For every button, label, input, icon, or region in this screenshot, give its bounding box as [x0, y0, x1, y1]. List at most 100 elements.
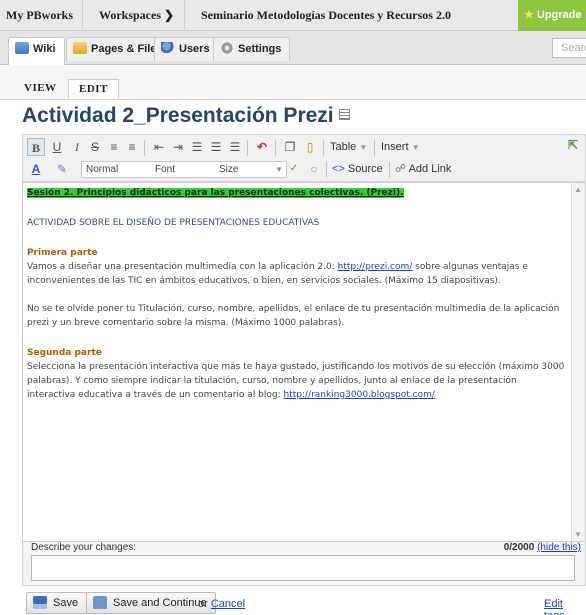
scroll-up-icon[interactable]: ▲ [574, 185, 582, 194]
describe-changes-field[interactable] [31, 555, 575, 581]
tab-view[interactable]: VIEW [24, 79, 57, 99]
tab-wiki-label: Wiki [33, 43, 56, 55]
divider [144, 140, 145, 156]
divider [82, 0, 83, 31]
page-title-text: Actividad 2_Presentación Prezi [22, 104, 334, 127]
undo-icon[interactable]: ↶ [253, 138, 271, 156]
folder-icon [73, 42, 87, 54]
save-icon [33, 596, 47, 609]
spellcheck-icon[interactable]: ✓ [285, 160, 303, 178]
mode-tabs: VIEW EDIT [0, 65, 586, 99]
part1-note: No se te olvide poner tu Titulación, cur… [27, 304, 560, 328]
editor-content[interactable]: Sesión 2. Principios didácticos para las… [27, 186, 567, 402]
insert-label: Insert [381, 141, 409, 153]
italic-button[interactable]: I [68, 138, 86, 156]
tab-users-label: Users [179, 43, 210, 55]
workspaces-menu[interactable]: Workspaces ❯ [99, 0, 174, 31]
gear-icon [220, 42, 234, 54]
char-count: 0/2000 [503, 542, 535, 553]
link-icon: ☍ [395, 163, 407, 175]
session-heading: Sesión 2. Principios didácticos para las… [27, 186, 567, 200]
add-link-button[interactable]: ☍ Add Link [395, 159, 451, 179]
insert-menu[interactable]: Insert ▼ [381, 137, 420, 157]
text-color-icon[interactable]: A [27, 160, 45, 178]
search-input[interactable]: Search [552, 38, 586, 58]
hide-this-link[interactable]: (hide this) [537, 542, 581, 553]
scroll-down-icon[interactable]: ▼ [574, 530, 582, 539]
outdent-icon[interactable]: ⇤ [150, 138, 168, 156]
save-button[interactable]: Save [26, 592, 88, 614]
save-label: Save [53, 597, 79, 609]
numbered-list-icon[interactable]: ≡ [123, 138, 141, 156]
source-icon: <> [332, 163, 345, 175]
tab-pages-files-label: Pages & Files [91, 43, 163, 55]
table-menu[interactable]: Table ▼ [330, 137, 367, 157]
tab-settings[interactable]: Settings [213, 37, 291, 61]
upgrade-label: Upgrade [536, 9, 582, 21]
workspace-name-link[interactable]: Seminario Metodologías Docentes y Recurs… [201, 0, 451, 31]
divider [184, 0, 185, 31]
fullscreen-icon[interactable]: ⇱ [568, 138, 578, 152]
align-right-icon[interactable]: ☰ [226, 138, 244, 156]
upgrade-button[interactable]: ★ Upgrade [518, 0, 586, 31]
cancel-text: or Cancel [198, 598, 245, 610]
describe-changes-panel: Describe your changes: 0/2000 (hide this… [22, 542, 586, 586]
star-icon: ★ [524, 9, 534, 21]
char-counter: 0/2000 (hide this) [504, 542, 581, 553]
paste-icon[interactable]: ▯ [301, 138, 319, 156]
edit-tags-link[interactable]: Edit tags [544, 598, 586, 615]
blog-link[interactable]: http://ranking3000.blogspot.com/ [284, 390, 435, 400]
save-continue-button[interactable]: Save and Continue [86, 592, 216, 614]
users-icon [161, 42, 175, 54]
highlight-color-icon[interactable]: ✎ [53, 160, 71, 178]
editor-area[interactable]: Sesión 2. Principios didácticos para las… [22, 182, 586, 542]
bullet-list-icon[interactable]: ≡ [105, 138, 123, 156]
add-link-label: Add Link [408, 163, 452, 175]
clear-format-icon[interactable]: ○ [305, 160, 323, 178]
copy-icon[interactable]: ❐ [281, 138, 299, 156]
tab-wiki[interactable]: Wiki [8, 37, 65, 65]
describe-label: Describe your changes: [31, 542, 137, 553]
cancel-link[interactable]: Cancel [211, 598, 245, 610]
my-pbworks-link[interactable]: My PBworks [6, 0, 73, 31]
bold-button[interactable]: B [27, 138, 45, 156]
main-nav: Wiki Pages & Files Users Settings Search [0, 31, 586, 65]
part1-text-a: Vamos a diseñar una presentación multime… [27, 262, 338, 272]
chevron-down-icon: ▼ [275, 165, 283, 174]
or-label: or [198, 598, 208, 610]
part2-paragraph: Selecciona la presentación interactiva q… [27, 360, 567, 402]
session-heading-text: Sesión 2. Principios didácticos para las… [27, 188, 404, 198]
workspaces-label: Workspaces [99, 8, 162, 22]
font-select[interactable]: Font▼ [151, 161, 225, 178]
style-value: Normal [86, 164, 119, 175]
part1-heading: Primera parte [27, 248, 98, 258]
editor-scrollbar[interactable]: ▲ ▼ [571, 183, 585, 541]
chevron-down-icon: ❯ [164, 8, 175, 22]
divider [374, 140, 375, 156]
indent-icon[interactable]: ⇥ [169, 138, 187, 156]
strikethrough-button[interactable]: S [86, 138, 104, 156]
source-button[interactable]: <> Source [332, 159, 383, 179]
chevron-down-icon: ▼ [411, 143, 420, 152]
part1-paragraph: Vamos a diseñar una presentación multime… [27, 260, 567, 288]
align-left-icon[interactable]: ☰ [188, 138, 206, 156]
wiki-icon [15, 42, 29, 54]
editor-toolbar: B U I S ≡ ≡ ⇤ ⇥ ☰ ☰ ☰ ↶ ❐ ▯ Table ▼ Inse… [22, 134, 586, 182]
underline-button[interactable]: U [48, 138, 66, 156]
size-value: Size [219, 164, 239, 175]
tab-users[interactable]: Users [154, 37, 219, 61]
top-bar: My PBworks Workspaces ❯ Seminario Metodo… [0, 0, 586, 31]
divider [323, 140, 324, 156]
font-value: Font [155, 164, 176, 175]
divider [275, 140, 276, 156]
part2-heading: Segunda parte [27, 348, 102, 358]
align-center-icon[interactable]: ☰ [207, 138, 225, 156]
divider [247, 140, 248, 156]
tab-edit[interactable]: EDIT [68, 79, 119, 99]
size-select[interactable]: Size ▼ [215, 161, 287, 178]
divider [326, 162, 327, 178]
rename-icon[interactable] [338, 109, 350, 120]
prezi-link[interactable]: http://prezi.com/ [338, 262, 413, 272]
divider [389, 162, 390, 178]
source-label: Source [347, 163, 383, 175]
